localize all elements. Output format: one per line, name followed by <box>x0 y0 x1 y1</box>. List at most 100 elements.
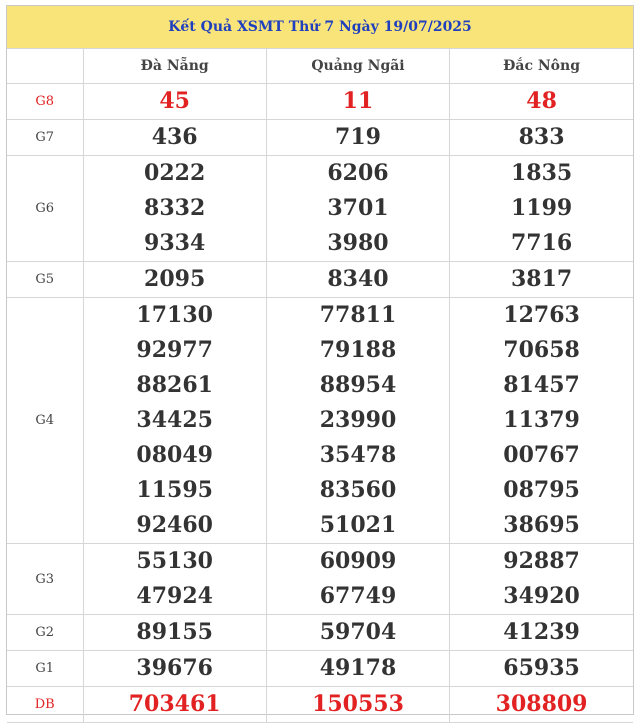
province-header: Đà Nẵng <box>82 49 267 84</box>
prize-number: 49178 <box>319 655 397 681</box>
prize-cell: 39676 <box>82 650 267 687</box>
prize-cell: 59704 <box>265 614 451 651</box>
prize-number: 88261 <box>136 372 213 398</box>
prize-cell: 92887 34920 <box>449 543 633 615</box>
prize-number: 12763 <box>503 302 580 328</box>
prize-number: 719 <box>335 124 381 150</box>
prize-number: 3701 <box>327 195 389 221</box>
results-table-frame: Kết Quả XSMT Thứ 7 Ngày 19/07/2025 Đà Nẵ… <box>6 5 634 723</box>
prize-number: 833 <box>518 124 565 150</box>
prize-number: 308809 <box>495 691 588 717</box>
prize-cell: 3817 <box>449 261 633 298</box>
prize-row-g1: G1 39676 49178 65935 <box>7 650 633 687</box>
prize-cell: 719 <box>265 119 451 156</box>
prize-label: G6 <box>7 155 84 262</box>
prize-cell: 1835 1199 7716 <box>449 155 633 262</box>
prize-number: 65935 <box>503 655 580 681</box>
prize-number: 11595 <box>136 477 213 503</box>
prize-number: 88954 <box>319 372 397 398</box>
prize-label: G8 <box>7 83 84 120</box>
prize-cell: 11 <box>265 83 451 120</box>
prize-cell: 308809 <box>449 686 633 723</box>
prize-number: 70658 <box>503 337 580 363</box>
prize-label: G2 <box>7 614 84 651</box>
prize-cell: 49178 <box>265 650 451 687</box>
prize-number: 08049 <box>136 442 213 468</box>
province-header: Đắc Nông <box>449 49 633 84</box>
prize-number: 39676 <box>136 655 213 681</box>
prize-number: 92460 <box>136 512 213 538</box>
prize-number: 51021 <box>319 512 397 538</box>
prize-cell: 45 <box>82 83 267 120</box>
prize-cell: 8340 <box>265 261 451 298</box>
prize-number: 38695 <box>503 512 580 538</box>
prize-label: G4 <box>7 297 84 544</box>
prize-number: 2095 <box>144 266 206 292</box>
prize-number: 6206 <box>327 160 389 186</box>
prize-number: 3980 <box>327 230 389 256</box>
prize-cell: 833 <box>449 119 633 156</box>
prize-number: 7716 <box>510 230 573 256</box>
province-header: Quảng Ngãi <box>265 49 451 84</box>
prize-cell: 41239 <box>449 614 633 651</box>
header-blank-cell <box>7 49 84 84</box>
prize-cell: 55130 47924 <box>82 543 267 615</box>
prize-label: DB <box>7 686 84 723</box>
prize-number: 60909 <box>319 548 397 574</box>
prize-number: 92887 <box>503 548 580 574</box>
prize-cell: 17130 92977 88261 34425 08049 11595 92460 <box>82 297 267 544</box>
prize-cell: 150553 <box>265 686 451 723</box>
prize-number: 23990 <box>319 407 397 433</box>
prize-cell: 2095 <box>82 261 267 298</box>
prize-number: 83560 <box>319 477 397 503</box>
prize-number: 17130 <box>136 302 213 328</box>
prize-number: 8340 <box>327 266 389 292</box>
prize-number: 08795 <box>503 477 580 503</box>
results-table: Đà Nẵng Quảng Ngãi Đắc Nông G8 45 11 48 G7 43… <box>7 49 633 723</box>
prize-number: 9334 <box>144 230 206 256</box>
prize-number: 34920 <box>503 583 580 609</box>
prize-number: 34425 <box>136 407 213 433</box>
prize-number: 3817 <box>510 266 573 292</box>
prize-number: 1199 <box>510 195 573 221</box>
prize-cell: 12763 70658 81457 11379 00767 08795 38695 <box>449 297 633 544</box>
prize-label: G3 <box>7 543 84 615</box>
prize-row-db: DB 703461 150553 308809 <box>7 686 633 723</box>
prize-number: 35478 <box>319 442 397 468</box>
header-row: Đà Nẵng Quảng Ngãi Đắc Nông <box>7 49 633 84</box>
prize-cell: 703461 <box>82 686 267 723</box>
prize-number: 41239 <box>503 619 580 645</box>
prize-number: 92977 <box>136 337 213 363</box>
prize-number: 89155 <box>136 619 213 645</box>
prize-number: 436 <box>151 124 198 150</box>
page-title: Kết Quả XSMT Thứ 7 Ngày 19/07/2025 <box>7 6 633 49</box>
prize-row-g8: G8 45 11 48 <box>7 83 633 120</box>
prize-number: 11379 <box>503 407 580 433</box>
prize-number: 45 <box>159 88 190 114</box>
prize-row-g7: G7 436 719 833 <box>7 119 633 156</box>
prize-row-g3: G3 55130 47924 60909 67749 92887 34920 <box>7 543 633 615</box>
prize-number: 703461 <box>128 691 221 717</box>
prize-row-g4: G4 17130 92977 88261 34425 08049 11595 92460 778… <box>7 297 633 544</box>
prize-cell: 436 <box>82 119 267 156</box>
prize-cell: 0222 8332 9334 <box>82 155 267 262</box>
prize-row-g6: G6 0222 8332 9334 6206 3701 3980 1835 1199 7716 <box>7 155 633 262</box>
prize-number: 47924 <box>136 583 213 609</box>
prize-cell: 65935 <box>449 650 633 687</box>
prize-label: G1 <box>7 650 84 687</box>
prize-number: 48 <box>526 88 557 114</box>
prize-number: 00767 <box>503 442 580 468</box>
prize-row-g5: G5 2095 8340 3817 <box>7 261 633 298</box>
prize-label: G7 <box>7 119 84 156</box>
prize-number: 79188 <box>319 337 397 363</box>
prize-number: 67749 <box>319 583 397 609</box>
prize-number: 150553 <box>312 691 404 717</box>
prize-number: 11 <box>342 88 374 114</box>
prize-cell: 77811 79188 88954 23990 35478 83560 51021 <box>265 297 451 544</box>
prize-number: 0222 <box>144 160 206 186</box>
prize-number: 81457 <box>503 372 580 398</box>
prize-number: 8332 <box>144 195 206 221</box>
prize-cell: 89155 <box>82 614 267 651</box>
prize-number: 1835 <box>510 160 573 186</box>
prize-label: G5 <box>7 261 84 298</box>
